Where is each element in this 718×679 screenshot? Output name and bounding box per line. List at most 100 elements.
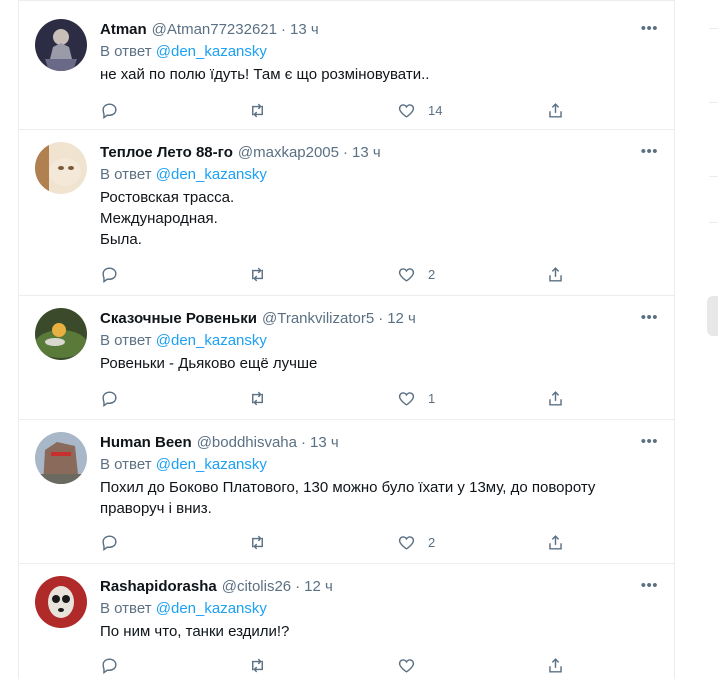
more-horizontal-icon[interactable]: •••: [641, 21, 658, 36]
tweet-header: Human Been @boddhisvaha · 13 ч: [100, 432, 658, 453]
like-button[interactable]: 14: [397, 99, 442, 121]
avatar[interactable]: [35, 142, 87, 194]
tweet-text-line: Международная.: [100, 210, 218, 227]
reply-mention-link[interactable]: @den_kazansky: [156, 332, 267, 349]
retweet-button[interactable]: [248, 531, 267, 553]
reply-prefix: В ответ: [100, 166, 152, 183]
tweet-actions: [100, 654, 580, 676]
share-icon: [549, 102, 562, 118]
like-count: 14: [428, 102, 443, 118]
share-icon: [549, 266, 562, 282]
reply-tweet[interactable]: Atman @Atman77232621 · 13 ч ••• В ответ …: [19, 0, 674, 130]
tweet-text-line: праворуч і вниз.: [100, 500, 212, 517]
tweet-header: Сказочные Ровеньки @Trankvilizator5 · 12…: [100, 308, 658, 329]
like-button[interactable]: 2: [397, 263, 435, 285]
display-name[interactable]: Rashapidorasha: [100, 578, 217, 595]
more-horizontal-icon[interactable]: •••: [641, 578, 658, 593]
reply-button[interactable]: [100, 654, 119, 676]
like-button[interactable]: 1: [397, 387, 435, 409]
separator-dot: ·: [281, 21, 286, 38]
reply-button[interactable]: [100, 531, 119, 553]
reply-context: В ответ @den_kazansky: [100, 329, 658, 353]
user-handle[interactable]: @maxkap2005: [238, 144, 339, 161]
display-name[interactable]: Atman: [100, 21, 147, 38]
share-button[interactable]: [546, 263, 565, 285]
scrollbar-thumb[interactable]: [707, 296, 718, 336]
reply-tweet[interactable]: Human Been @boddhisvaha · 13 ч ••• В отв…: [19, 420, 674, 564]
heart-icon: [398, 658, 415, 673]
reply-mention-link[interactable]: @den_kazansky: [156, 456, 267, 473]
user-handle[interactable]: @citolis26: [222, 578, 291, 595]
user-handle[interactable]: @Trankvilizator5: [262, 310, 374, 327]
reply-mention-link[interactable]: @den_kazansky: [156, 43, 267, 60]
avatar-image: [35, 19, 87, 71]
avatar[interactable]: [35, 19, 87, 71]
separator-dot: ·: [301, 434, 306, 451]
reply-prefix: В ответ: [100, 43, 152, 60]
reply-tweet[interactable]: Rashapidorasha @citolis26 · 12 ч ••• В о…: [19, 564, 674, 679]
reply-button[interactable]: [100, 263, 119, 285]
reply-button[interactable]: [100, 387, 119, 409]
avatar[interactable]: [35, 576, 87, 628]
share-icon: [549, 657, 562, 673]
share-button[interactable]: [546, 654, 565, 676]
reply-context: В ответ @den_kazansky: [100, 597, 658, 621]
reply-tweet[interactable]: Теплое Лето 88-го @maxkap2005 · 13 ч •••…: [19, 130, 674, 296]
more-horizontal-icon[interactable]: •••: [641, 144, 658, 159]
timestamp[interactable]: 12 ч: [387, 310, 416, 327]
tweet-text: не хай по полю їдуть! Там є що розмінову…: [100, 64, 658, 85]
retweet-icon: [252, 391, 263, 405]
tweet-text-line: Была.: [100, 231, 142, 248]
reply-tweet[interactable]: Сказочные Ровеньки @Trankvilizator5 · 12…: [19, 296, 674, 420]
reply-context: В ответ @den_kazansky: [100, 453, 658, 477]
reply-icon: [102, 390, 117, 407]
timestamp[interactable]: 13 ч: [352, 144, 381, 161]
tweet-actions: 14: [100, 99, 580, 121]
share-button[interactable]: [546, 99, 565, 121]
user-handle[interactable]: @Atman77232621: [152, 21, 277, 38]
right-sidebar-edge: [675, 0, 718, 679]
more-horizontal-icon[interactable]: •••: [641, 310, 658, 325]
more-horizontal-icon[interactable]: •••: [641, 434, 658, 449]
divider: [709, 222, 718, 223]
avatar[interactable]: [35, 308, 87, 360]
avatar[interactable]: [35, 432, 87, 484]
display-name[interactable]: Теплое Лето 88-го: [100, 144, 233, 161]
like-count: 2: [428, 534, 436, 550]
display-name[interactable]: Human Been: [100, 434, 192, 451]
reply-context: В ответ @den_kazansky: [100, 163, 658, 187]
timestamp[interactable]: 13 ч: [310, 434, 339, 451]
retweet-button[interactable]: [248, 263, 267, 285]
reply-button[interactable]: [100, 99, 119, 121]
timestamp[interactable]: 12 ч: [304, 578, 333, 595]
reply-mention-link[interactable]: @den_kazansky: [156, 600, 267, 617]
share-button[interactable]: [546, 387, 565, 409]
user-handle[interactable]: @boddhisvaha: [197, 434, 297, 451]
reply-prefix: В ответ: [100, 456, 152, 473]
retweet-button[interactable]: [248, 387, 267, 409]
divider: [709, 102, 718, 103]
tweet-actions: 2: [100, 531, 580, 553]
reply-mention-link[interactable]: @den_kazansky: [156, 166, 267, 183]
tweet-text-line: не хай по полю їдуть! Там є що розмінову…: [100, 66, 430, 83]
reply-icon: [102, 534, 117, 551]
tweet-text-line: Похил до Боково Платового, 130 можно бул…: [100, 479, 596, 496]
tweet-header: Atman @Atman77232621 · 13 ч: [100, 19, 658, 40]
tweet-text-line: Ростовская трасса.: [100, 189, 235, 206]
reply-prefix: В ответ: [100, 332, 152, 349]
retweet-button[interactable]: [248, 654, 267, 676]
retweet-icon: [252, 535, 263, 549]
retweet-button[interactable]: [248, 99, 267, 121]
tweet-actions: 1: [100, 387, 580, 409]
timestamp[interactable]: 13 ч: [290, 21, 319, 38]
reply-icon: [102, 102, 117, 119]
divider: [709, 28, 718, 29]
like-button[interactable]: [397, 654, 428, 676]
display-name[interactable]: Сказочные Ровеньки: [100, 310, 257, 327]
left-gutter: [0, 0, 18, 679]
tweet-text: Ровеньки - Дьяково ещё лучше: [100, 353, 658, 374]
like-button[interactable]: 2: [397, 531, 435, 553]
tweet-text: Похил до Боково Платового, 130 можно бул…: [100, 477, 658, 519]
retweet-icon: [252, 658, 263, 672]
share-button[interactable]: [546, 531, 565, 553]
